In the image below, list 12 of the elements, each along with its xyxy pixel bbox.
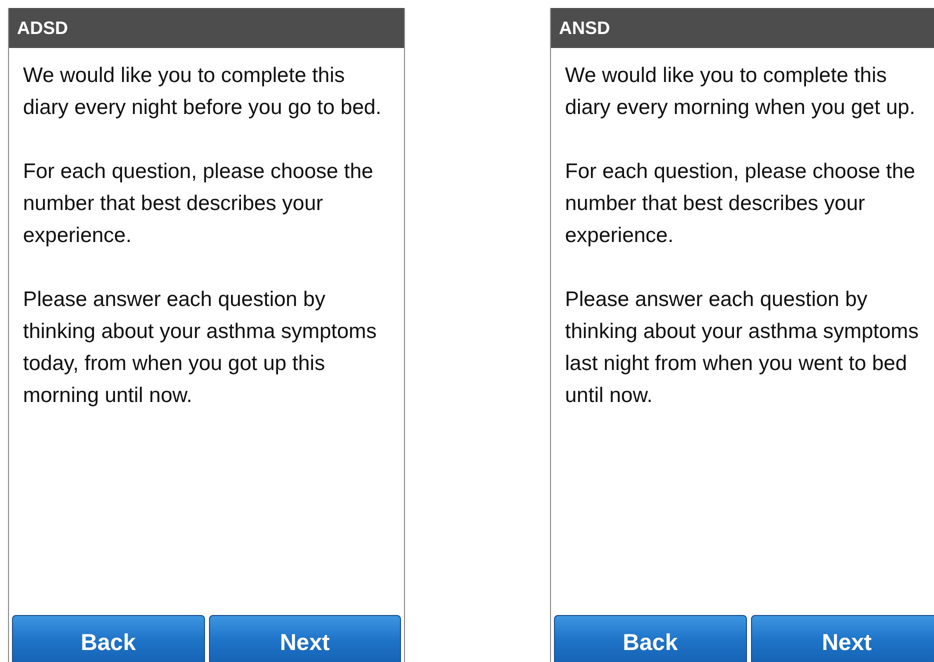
nav-button[interactable]: Back bbox=[554, 615, 746, 662]
instruction-text: We would like you to complete this diary every night before you go to bed. bbox=[23, 63, 382, 121]
instruction-text: For each question, please choose the number that best describes your experience. bbox=[23, 159, 374, 249]
instruction-text: Please answer each question by thinking about your asthma symptoms today, from when you got up this morning until now. bbox=[23, 287, 378, 409]
nav-button[interactable]: Next bbox=[208, 615, 401, 662]
instruction-text: We would like you to complete this diary every morning when you get up. bbox=[565, 63, 916, 121]
instruction-text: Please answer each question by thinking about your asthma symptoms last night from when you went to bed until now. bbox=[565, 287, 920, 409]
nav-button[interactable]: Next bbox=[750, 615, 934, 662]
instruction-text: For each question, please choose the number that best describes your experience. bbox=[565, 159, 916, 249]
screen-title: ANSD bbox=[559, 18, 610, 38]
nav-button[interactable]: Back bbox=[12, 615, 204, 662]
screen-title: ADSD bbox=[17, 18, 68, 38]
